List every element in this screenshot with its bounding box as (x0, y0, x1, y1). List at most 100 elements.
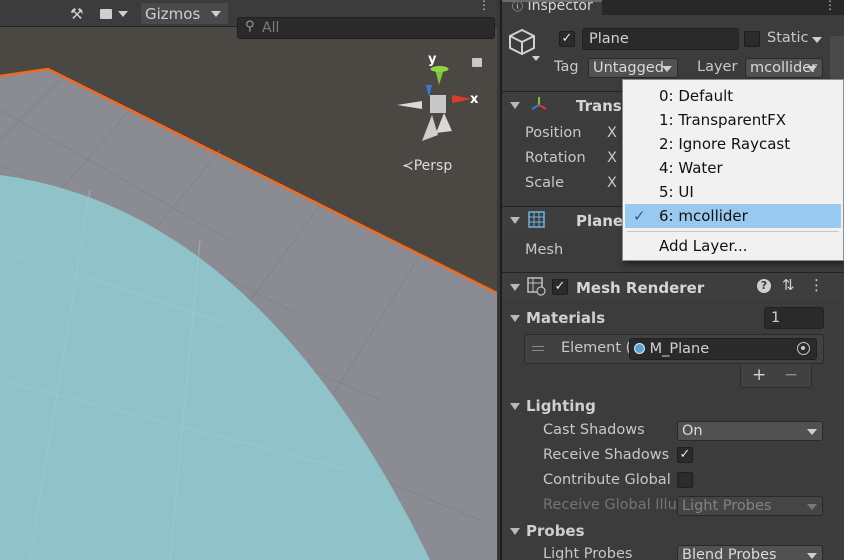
receive-shadows-checkbox[interactable]: ✓ (677, 447, 693, 463)
gizmo-y-label: y (428, 55, 437, 67)
menu-item-layer-1[interactable]: 1: TransparentFX (623, 108, 843, 132)
scale-x-label: X (607, 175, 617, 191)
rotation-x-label: X (607, 150, 617, 166)
gizmos-label: Gizmos (145, 4, 201, 23)
light-probes-value: Blend Probes (682, 547, 777, 560)
probes-label[interactable]: Probes (526, 522, 585, 540)
scene-view[interactable]: ⚒ Gizmos ⚲ All ⋮ y x ≺Persp (0, 0, 497, 560)
menu-separator (627, 231, 839, 232)
layer-dropdown[interactable]: mcollider (745, 58, 823, 78)
toolbar-menu-icon[interactable]: ⋮ (478, 0, 490, 11)
receive-gi-label: Receive Global Illu (543, 497, 677, 513)
light-probes-dropdown[interactable]: Blend Probes (677, 545, 823, 560)
meshrenderer-icon (527, 277, 546, 296)
receive-shadows-label: Receive Shadows (543, 447, 670, 463)
object-name-field[interactable]: Plane (582, 28, 739, 50)
search-placeholder: All (262, 20, 280, 36)
rotation-label: Rotation (525, 150, 586, 166)
position-label: Position (525, 125, 582, 141)
inspector-menu-icon[interactable]: ⋮ (824, 0, 836, 12)
meshrenderer-enabled-checkbox[interactable]: ✓ (552, 279, 568, 295)
gizmo-x-label: x (470, 92, 479, 107)
probes-foldout-icon[interactable] (510, 528, 520, 535)
tag-dropdown[interactable]: Untagged (588, 58, 678, 78)
active-checkbox[interactable]: ✓ (559, 31, 575, 47)
lighting-foldout-icon[interactable] (510, 403, 520, 410)
check-icon: ✓ (679, 447, 691, 462)
static-checkbox[interactable] (744, 31, 760, 47)
foldout-arrow-icon[interactable] (510, 284, 520, 291)
gizmos-dropdown-icon[interactable] (211, 11, 221, 17)
info-icon: ⓘ (512, 0, 523, 13)
tag-label: Tag (554, 59, 579, 75)
lighting-label[interactable]: Lighting (526, 397, 596, 415)
object-picker-icon[interactable] (797, 342, 810, 355)
static-dropdown-icon[interactable] (812, 37, 822, 43)
icon-dropdown-arrow[interactable] (532, 56, 540, 61)
scene-search-input[interactable]: ⚲ All (237, 17, 495, 39)
layer-dropdown-menu: 0: Default 1: TransparentFX 2: Ignore Ra… (622, 79, 844, 261)
menu-item-layer-5[interactable]: 5: UI (623, 180, 843, 204)
tab-inspector[interactable]: ⓘ Inspector (502, 0, 602, 17)
cast-shadows-label: Cast Shadows (543, 422, 645, 438)
materials-foldout-icon[interactable] (510, 315, 520, 322)
layer-label: Layer (697, 59, 738, 75)
component-menu-icon[interactable]: ⋮ (809, 276, 824, 294)
projection-toggle[interactable]: ≺Persp (402, 158, 452, 174)
materials-label[interactable]: Materials (526, 309, 605, 327)
cast-shadows-value: On (682, 423, 703, 439)
preset-icon[interactable]: ⇅ (782, 276, 795, 294)
meshrenderer-header[interactable]: ✓ Mesh Renderer ? ⇅ ⋮ (502, 272, 844, 300)
help-icon[interactable]: ? (757, 279, 771, 293)
check-icon: ✓ (554, 279, 566, 294)
chevron-down-icon (807, 504, 817, 510)
material-icon (634, 343, 645, 354)
material-name: M_Plane (649, 341, 710, 357)
receive-gi-value: Light Probes (682, 498, 772, 514)
list-buttons (740, 364, 812, 388)
element-label: Element ( (561, 340, 632, 356)
material-object-field[interactable]: M_Plane (629, 338, 817, 360)
chevron-down-icon (118, 10, 128, 17)
gameobject-icon (509, 28, 535, 56)
add-element-button[interactable]: + (752, 365, 766, 385)
transform-icon (531, 97, 547, 110)
check-icon: ✓ (561, 31, 573, 46)
search-icon: ⚲ (245, 19, 255, 34)
menu-item-layer-2[interactable]: 2: Ignore Raycast (623, 132, 843, 156)
perspective-icon: ≺ (402, 158, 414, 174)
foldout-arrow-icon[interactable] (510, 102, 520, 109)
menu-item-add-layer[interactable]: Add Layer... (623, 234, 843, 258)
remove-element-button[interactable]: − (784, 365, 798, 385)
position-x-label: X (607, 125, 617, 141)
contribute-gi-checkbox[interactable] (677, 472, 693, 488)
cast-shadows-dropdown[interactable]: On (677, 421, 823, 441)
gizmos-button[interactable]: Gizmos (141, 3, 228, 24)
chevron-down-icon (807, 553, 817, 559)
tools-icon[interactable]: ⚒ (70, 3, 92, 24)
static-label[interactable]: Static (767, 30, 808, 46)
chevron-down-icon (807, 66, 817, 72)
check-icon: ✓ (633, 207, 646, 225)
menu-item-layer-6-label: 6: mcollider (659, 207, 748, 225)
transform-title: Transf (576, 97, 629, 115)
chevron-down-icon (662, 66, 672, 72)
camera-dropdown[interactable] (100, 3, 136, 24)
orientation-gizmo[interactable]: y x (392, 55, 492, 145)
inspector-tab-label: Inspector (527, 0, 593, 14)
menu-item-layer-4[interactable]: 4: Water (623, 156, 843, 180)
menu-item-layer-6[interactable]: ✓ 6: mcollider (625, 204, 841, 228)
drag-handle-icon[interactable] (532, 346, 544, 351)
chevron-down-icon (807, 429, 817, 435)
materials-count-field[interactable]: 1 (764, 307, 824, 329)
contribute-gi-label: Contribute Global (543, 472, 671, 488)
tag-value: Untagged (593, 60, 664, 76)
meshfilter-icon (528, 211, 545, 228)
meshrenderer-title: Mesh Renderer (576, 279, 705, 297)
menu-item-layer-0[interactable]: 0: Default (623, 84, 843, 108)
scale-label: Scale (525, 175, 565, 191)
light-probes-label: Light Probes (543, 546, 633, 560)
meshfilter-title: Plane (576, 212, 624, 230)
foldout-arrow-icon[interactable] (510, 217, 520, 224)
receive-gi-dropdown: Light Probes (677, 496, 823, 516)
